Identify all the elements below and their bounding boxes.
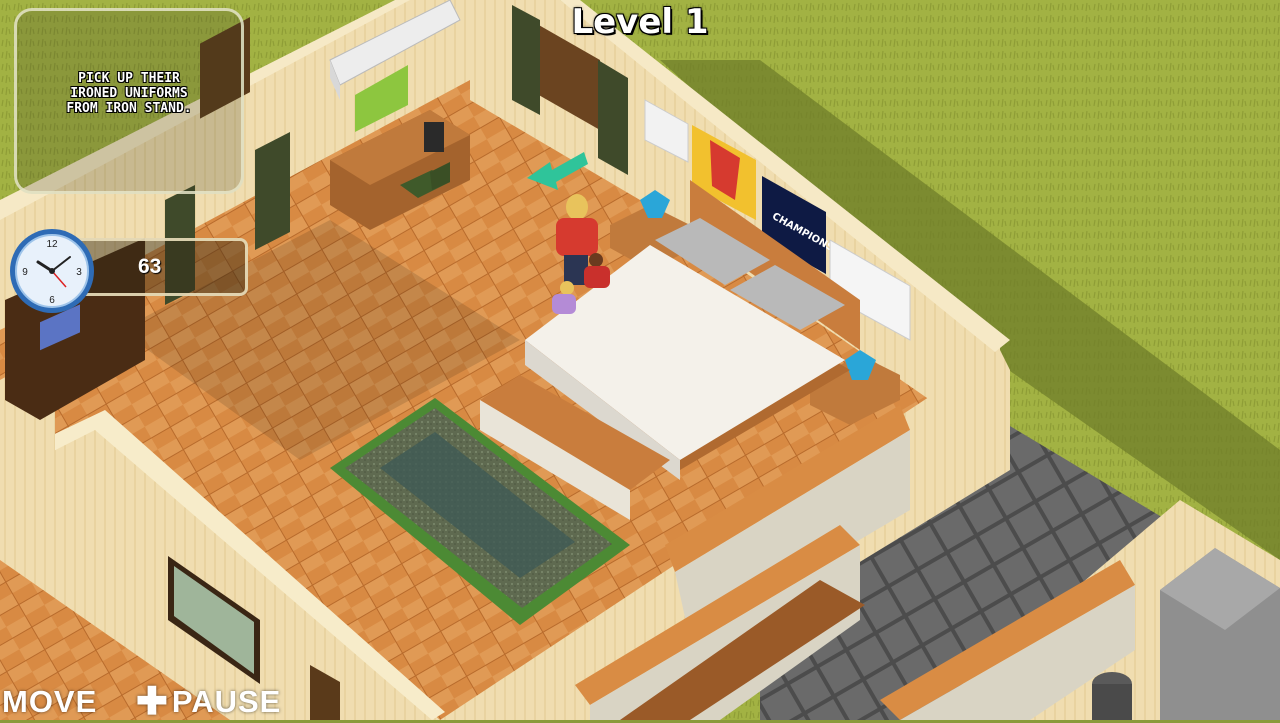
- computer-tower: [424, 122, 444, 152]
- svg-text:3: 3: [76, 267, 82, 278]
- clock-icon: 12 3 6 9: [10, 229, 94, 313]
- curtain-right: [255, 132, 290, 250]
- mother-hair: [566, 194, 588, 220]
- child-girl-head: [560, 281, 574, 295]
- timer-value: 63: [138, 255, 162, 278]
- plus-icon: ✚: [136, 680, 169, 723]
- trash-bin-body: [1092, 684, 1132, 720]
- mission-panel: Pick up their ironed uniforms from iron …: [14, 8, 244, 194]
- svg-text:6: 6: [49, 295, 55, 306]
- mission-text: Pick up their ironed uniforms from iron …: [66, 71, 192, 116]
- pause-button[interactable]: ✚ PAUSE: [136, 680, 282, 723]
- curtain-top-right: [598, 60, 628, 175]
- move-label: MOVE: [2, 684, 98, 719]
- child-girl-body: [552, 294, 576, 314]
- pause-label: PAUSE: [171, 684, 282, 719]
- svg-text:12: 12: [46, 239, 58, 250]
- svg-text:9: 9: [22, 267, 28, 278]
- child-boy-head: [589, 253, 603, 267]
- mother-body: [556, 218, 598, 256]
- child-boy-body: [584, 266, 610, 288]
